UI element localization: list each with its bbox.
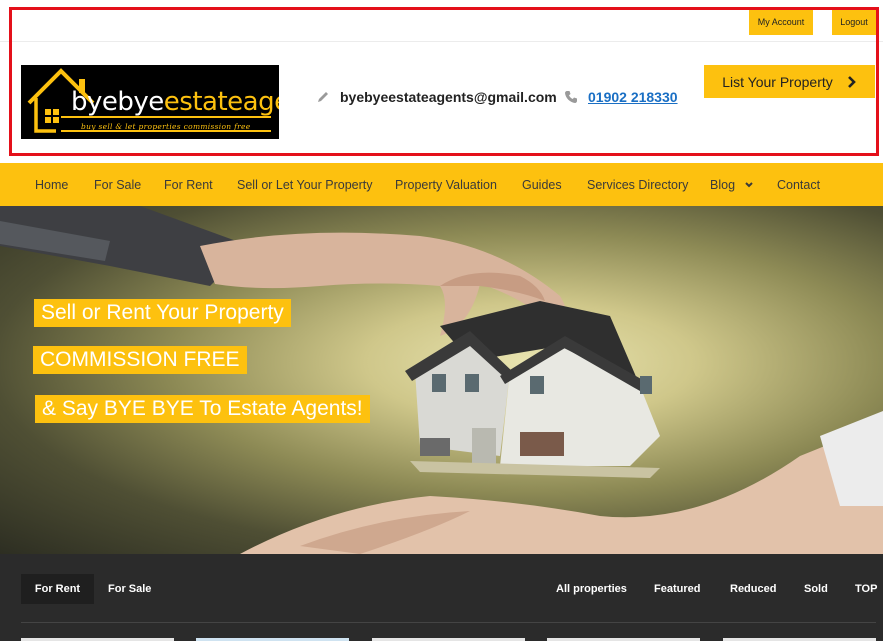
phone-icon [565, 91, 577, 103]
filter-reduced[interactable]: Reduced [730, 574, 776, 604]
nav-item-property-valuation[interactable]: Property Valuation [395, 163, 497, 206]
section-divider [21, 622, 876, 623]
nav-item-blog-label: Blog [710, 177, 736, 192]
phone-link[interactable]: 01902 218330 [588, 89, 678, 105]
site-logo[interactable]: byebyeestateagents buy sell & let proper… [21, 65, 279, 139]
email-text: byebyeestateagents@gmail.com [340, 89, 557, 105]
pencil-icon [318, 92, 328, 102]
contact-email: byebyeestateagents@gmail.com [316, 89, 557, 105]
nav-item-sell-or-let[interactable]: Sell or Let Your Property [237, 163, 373, 206]
tab-for-sale[interactable]: For Sale [108, 574, 151, 604]
contact-phone: 01902 218330 [564, 89, 678, 105]
listings-section: For Rent For Sale All properties Feature… [0, 554, 883, 641]
nav-item-contact[interactable]: Contact [777, 163, 820, 206]
tab-for-rent[interactable]: For Rent [21, 574, 94, 604]
nav-item-home[interactable]: Home [35, 163, 68, 206]
top-bar: My Account Logout [0, 0, 883, 42]
hero-headline-3: & Say BYE BYE To Estate Agents! [35, 395, 370, 423]
nav-item-for-sale[interactable]: For Sale [94, 163, 141, 206]
filter-featured[interactable]: Featured [654, 574, 700, 604]
list-your-property-label: List Your Property [722, 73, 833, 90]
nav-item-guides[interactable]: Guides [522, 163, 562, 206]
main-navigation: Home For Sale For Rent Sell or Let Your … [0, 163, 883, 206]
logout-button[interactable]: Logout [832, 9, 876, 35]
list-your-property-button[interactable]: List Your Property [704, 65, 875, 98]
hero-headline-2: COMMISSION FREE [33, 346, 247, 374]
filter-sold[interactable]: Sold [804, 574, 828, 604]
hero-house-hands-image [0, 206, 883, 554]
logo-tagline: buy sell & let properties commission fre… [81, 122, 251, 131]
chevron-right-icon [847, 75, 856, 88]
nav-item-services-directory[interactable]: Services Directory [587, 163, 688, 206]
nav-item-blog[interactable]: Blog [710, 163, 753, 206]
filter-top[interactable]: TOP [855, 574, 877, 604]
nav-item-for-rent[interactable]: For Rent [164, 163, 213, 206]
caret-down-icon [745, 181, 753, 187]
filter-all-properties[interactable]: All properties [556, 574, 627, 604]
my-account-button[interactable]: My Account [749, 9, 813, 35]
hero-headline-1: Sell or Rent Your Property [34, 299, 291, 327]
hero-banner: Sell or Rent Your Property COMMISSION FR… [0, 206, 883, 554]
logo-wordmark: byebyeestateagents [71, 87, 279, 117]
